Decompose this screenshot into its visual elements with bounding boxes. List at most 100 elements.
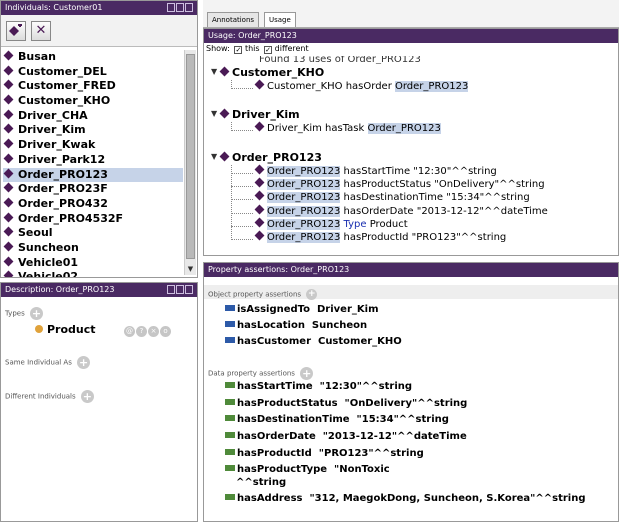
usage-row[interactable]: Customer_KHO hasOrder Order_PRO123 [254, 79, 469, 92]
add-object-assertion-plus-icon[interactable]: + [306, 289, 318, 300]
individual-item[interactable]: Customer_DEL [3, 65, 183, 80]
usage-row[interactable]: Order_PRO123 hasDestinationTime "15:34"^… [254, 190, 530, 204]
usage-group-title[interactable]: Driver_Kim [219, 108, 300, 121]
data-assertion-row[interactable]: hasOrderDate "2013-12-12"^^dateTime [225, 431, 467, 442]
this-checkbox[interactable]: ✓ [234, 46, 243, 54]
individual-diamond-icon [254, 230, 265, 241]
usage-subject: Order_PRO123 [267, 232, 341, 243]
data-assertion-text: hasOrderDate "2013-12-12"^^dateTime [237, 431, 467, 442]
individual-item[interactable]: Driver_Park12 [3, 153, 183, 168]
add-same-plus-icon[interactable]: + [77, 356, 91, 369]
usage-group-title[interactable]: Customer_KHO [219, 66, 325, 79]
data-assertion-row[interactable]: hasProductType "NonToxic [225, 464, 390, 475]
data-assertion-text: hasProductStatus "OnDelivery"^^string [237, 398, 468, 409]
property-assertions-header: Property assertions: Order_PRO123 [204, 263, 618, 277]
individual-item[interactable]: Customer_FRED [3, 79, 183, 94]
individual-item[interactable]: Order_PRO432 [3, 197, 183, 212]
usage-subject: Customer_KHO [267, 81, 343, 92]
data-assertion-row[interactable]: hasAddress "312, MaegokDong, Suncheon, S… [225, 493, 586, 504]
usage-subject: Order_PRO123 [267, 192, 341, 204]
edit-icon[interactable]: o [160, 326, 171, 337]
usage-tree: Found 13 uses of Order_PRO123 ▼ Customer_… [204, 56, 618, 254]
individual-item[interactable]: Busan [3, 50, 183, 65]
data-assertion-row[interactable]: hasDestinationTime "15:34"^^string [225, 414, 449, 425]
panel-min-icon[interactable] [167, 285, 175, 294]
usage-row[interactable]: Order_PRO123 Type Product [254, 217, 408, 230]
individual-item[interactable]: Seoul [3, 226, 183, 241]
usage-row[interactable]: Order_PRO123 hasProductStatus "OnDeliver… [254, 177, 545, 191]
individual-diamond-icon [3, 138, 14, 149]
individual-diamond-icon [3, 79, 14, 90]
data-assertion-row[interactable]: hasStartTime "12:30"^^string [225, 381, 412, 392]
panel-min-icon[interactable] [167, 3, 175, 12]
tab-annotations[interactable]: Annotations [207, 12, 260, 27]
different-checkbox[interactable]: ✓ [264, 46, 273, 54]
individual-diamond-icon [3, 212, 14, 223]
panel-close-icon[interactable] [185, 3, 193, 12]
object-assertion-row[interactable]: isAssignedTo Driver_Kim [225, 304, 378, 315]
usage-row[interactable]: Order_PRO123 hasOrderDate "2013-12-12"^^… [254, 204, 548, 217]
usage-row[interactable]: Driver_Kim hasTask Order_PRO123 [254, 121, 441, 134]
individual-diamond-icon [3, 226, 14, 237]
individual-label: Customer_KHO [18, 94, 111, 108]
individuals-scrollbar[interactable]: ▼ [184, 50, 196, 275]
usage-row[interactable]: Order_PRO123 hasStartTime "12:30"^^strin… [254, 164, 497, 177]
individual-label: Seoul [18, 226, 53, 240]
add-type-plus-icon[interactable]: + [29, 307, 43, 320]
object-assertions-label: Object property assertions + [208, 289, 318, 300]
add-individual-diamond-icon[interactable] [6, 21, 26, 41]
explain-icon[interactable]: ? [136, 326, 147, 337]
usage-predicate: hasOrder [345, 81, 392, 92]
individual-diamond-icon [3, 241, 14, 252]
usage-object: Order_PRO123 [395, 81, 469, 92]
usage-keyword: Type [343, 218, 367, 230]
data-assertion-row[interactable]: hasProductStatus "OnDelivery"^^string [225, 398, 467, 409]
data-assertions-text: Data property assertions [208, 369, 295, 378]
annotate-icon[interactable]: @ [124, 326, 135, 337]
individual-item[interactable]: Order_PRO23F [3, 182, 183, 197]
group-toggle-icon[interactable]: ▼ [211, 152, 217, 161]
individual-item[interactable]: Order_PRO123 [3, 167, 183, 183]
data-assertion-row[interactable]: hasProductId "PRO123"^^string [225, 448, 424, 459]
usage-group-title[interactable]: Order_PRO123 [219, 151, 322, 164]
individual-item[interactable]: Driver_Kwak [3, 138, 183, 153]
individual-diamond-icon [3, 270, 14, 277]
add-data-assertion-plus-icon[interactable]: + [300, 367, 314, 380]
tab-usage[interactable]: Usage [264, 12, 296, 27]
individual-item[interactable]: Vehicle02 [3, 270, 183, 277]
individual-diamond-icon [3, 197, 14, 208]
delete-x-icon[interactable]: ✕ [31, 21, 51, 41]
tree-connector [231, 186, 253, 188]
individual-item[interactable]: Order_PRO4532F [3, 212, 183, 227]
individual-label: Order_PRO4532F [18, 211, 124, 225]
individual-item[interactable]: Driver_Kim [3, 123, 183, 138]
scrollbar-thumb[interactable] [186, 54, 195, 259]
remove-icon[interactable]: × [148, 326, 159, 337]
group-toggle-icon[interactable]: ▼ [211, 67, 217, 76]
usage-group-label: Customer_KHO [232, 66, 325, 79]
usage-row[interactable]: Order_PRO123 hasProductId "PRO123"^^stri… [254, 230, 506, 243]
tab-bar: Annotations Usage [203, 0, 619, 28]
usage-show-options: Show: ✓ this ✓ different [206, 44, 309, 54]
panel-close-icon[interactable] [185, 285, 193, 294]
individual-item[interactable]: Suncheon [3, 241, 183, 256]
object-assertion-row[interactable]: hasLocation Suncheon [225, 320, 367, 331]
usage-object: Order_PRO123 [367, 123, 441, 134]
individual-diamond-icon [254, 79, 265, 90]
scroll-down-icon[interactable]: ▼ [186, 265, 195, 274]
group-toggle-icon[interactable]: ▼ [211, 109, 217, 118]
panel-max-icon[interactable] [176, 3, 184, 12]
individual-item[interactable]: Customer_KHO [3, 94, 183, 109]
add-different-plus-icon[interactable]: + [80, 390, 94, 403]
object-assertion-row[interactable]: hasCustomer Customer_KHO [225, 336, 402, 347]
individual-item[interactable]: Vehicle01 [3, 256, 183, 271]
data-assertion-continuation[interactable]: ^^string [236, 477, 286, 488]
individual-item[interactable]: Driver_CHA [3, 109, 183, 124]
usage-header-title: Usage: Order_PRO123 [208, 31, 297, 40]
type-row[interactable]: Product [35, 323, 96, 336]
data-property-icon [225, 432, 235, 438]
individual-diamond-icon [254, 217, 265, 228]
data-assertion-text: hasAddress "312, MaegokDong, Suncheon, S… [237, 493, 586, 504]
description-header: Description: Order_PRO123 [1, 283, 197, 297]
panel-max-icon[interactable] [176, 285, 184, 294]
